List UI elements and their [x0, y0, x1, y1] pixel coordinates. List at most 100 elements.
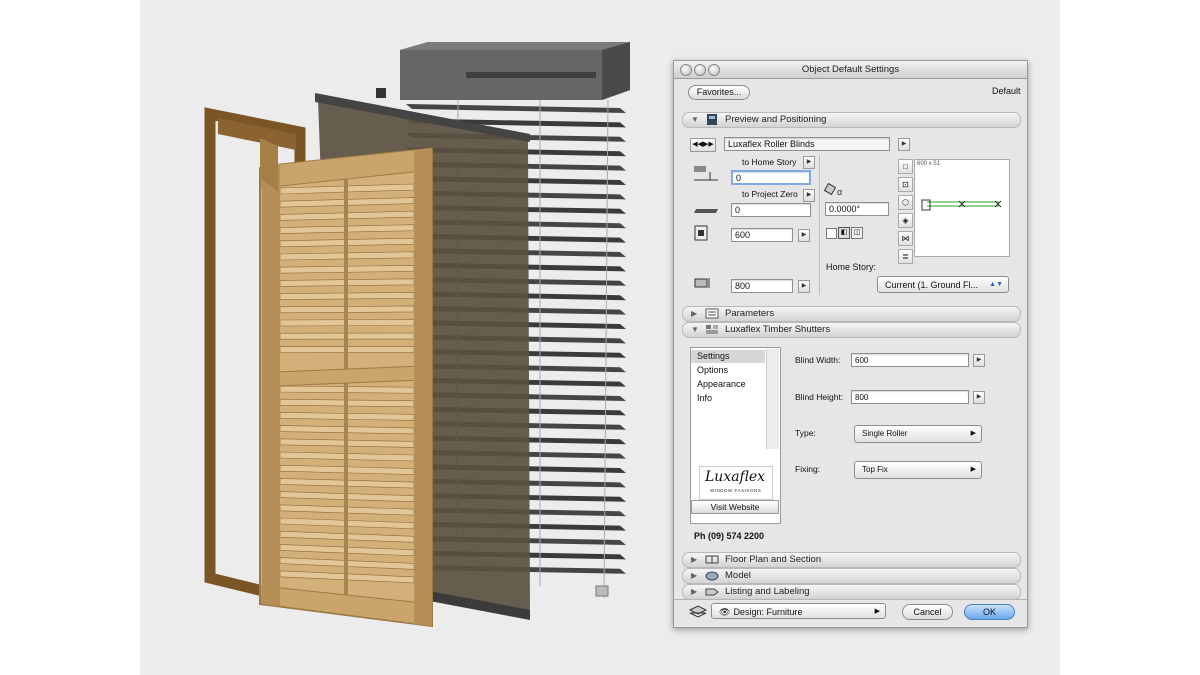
rotation-angle-icon: α — [824, 183, 842, 197]
luxaflex-logo: Luxaflex WINDOW FASHIONS — [699, 466, 773, 500]
favorites-button[interactable]: Favorites... — [688, 85, 750, 100]
height-arrow-icon[interactable]: ▶ — [798, 280, 810, 293]
preview-section-icon[interactable]: ⬡ — [898, 195, 913, 210]
mirror-checkbox[interactable] — [826, 228, 837, 239]
blind-width-field[interactable]: 600 — [851, 353, 969, 367]
disclosure-closed-icon[interactable]: ▶ — [691, 555, 697, 564]
label-icon — [705, 588, 719, 596]
select-arrow-icon: ▶ — [970, 466, 976, 473]
section-model[interactable]: ▶ Model — [682, 568, 1021, 584]
object-preview-panel: 600 x 51 — [914, 159, 1010, 257]
fixing-select-value: Top Fix — [862, 465, 888, 474]
nav-list-scrollbar[interactable] — [766, 349, 779, 449]
select-arrow-icon: ▶ — [970, 430, 976, 437]
section-label: Model — [725, 570, 751, 581]
section-label: Luxaflex Timber Shutters — [725, 324, 831, 335]
venetian-slat — [406, 104, 626, 113]
preview-list-icon[interactable]: ≣ — [898, 249, 913, 264]
select-chevron-icon: ▲▼ — [989, 281, 1003, 288]
home-story-select-value: Current (1. Ground Fl... — [885, 280, 979, 290]
preview-front-icon[interactable]: ⊡ — [898, 177, 913, 192]
ok-button[interactable]: OK — [964, 604, 1015, 620]
type-label: Type: — [795, 428, 816, 438]
section-label: Listing and Labeling — [725, 586, 810, 597]
nav-item-options[interactable]: Options — [697, 365, 728, 375]
layer-icon — [688, 605, 708, 618]
fixing-label: Fixing: — [795, 464, 821, 474]
to-project-zero-label: to Project Zero — [742, 189, 798, 199]
rotation-angle-field[interactable]: 0.0000° — [825, 202, 889, 216]
default-label: Default — [992, 86, 1021, 96]
custom-settings-icon — [706, 325, 718, 334]
preview-icon — [707, 114, 717, 125]
section-label: Parameters — [725, 308, 775, 319]
height-field[interactable]: 800 — [731, 279, 793, 293]
select-arrow-icon: ▶ — [874, 608, 880, 615]
prev-next-object-buttons[interactable]: ◀◀▶▶ — [690, 138, 716, 152]
object-menu-arrow-icon[interactable]: ▶ — [898, 138, 910, 151]
nav-item-info[interactable]: Info — [697, 393, 712, 403]
nav-item-appearance[interactable]: Appearance — [697, 379, 746, 389]
parameters-icon — [705, 308, 719, 319]
height-icon — [694, 278, 710, 288]
disclosure-closed-icon[interactable]: ▶ — [691, 587, 697, 596]
object-name-field[interactable]: Luxaflex Roller Blinds — [724, 137, 890, 151]
visit-website-button[interactable]: Visit Website — [691, 500, 779, 514]
home-story-label: Home Story: — [826, 262, 877, 272]
base-level-icon — [694, 209, 718, 213]
section-floor-plan[interactable]: ▶ Floor Plan and Section — [682, 552, 1021, 568]
floor-plan-icon — [705, 555, 719, 564]
disclosure-open-icon[interactable]: ▼ — [691, 115, 699, 124]
blind-height-field[interactable]: 800 — [851, 390, 969, 404]
layer-select-value: Design: Furniture — [733, 607, 803, 617]
logo-wordmark: Luxaflex — [705, 469, 766, 485]
eye-icon: 👁 — [719, 607, 731, 617]
blind-width-arrow-icon[interactable]: ▶ — [973, 354, 985, 367]
preview-axon-icon[interactable]: ⋈ — [898, 231, 913, 246]
svg-text:α: α — [837, 187, 842, 197]
blind-width-label: Blind Width: — [795, 355, 841, 365]
home-story-arrow-icon[interactable]: ▶ — [803, 156, 815, 169]
logo-tagline: WINDOW FASHIONS — [710, 488, 762, 493]
model-icon — [705, 571, 719, 581]
plan-preview-drawing — [921, 199, 1002, 211]
to-home-story-field[interactable]: 0 — [731, 170, 811, 185]
project-zero-arrow-icon[interactable]: ▶ — [803, 189, 815, 202]
type-select-value: Single Roller — [862, 429, 908, 438]
title-bar: Object Default Settings — [674, 61, 1027, 79]
section-label: Preview and Positioning — [725, 114, 827, 125]
fixing-select[interactable]: Top Fix ▶ — [854, 461, 982, 479]
preview-3d-icon[interactable]: ◈ — [898, 213, 913, 228]
disclosure-open-icon[interactable]: ▼ — [691, 325, 699, 334]
blind-height-label: Blind Height: — [795, 392, 844, 402]
width-icon — [694, 225, 708, 241]
elevation-icon — [694, 166, 718, 181]
width-field[interactable]: 600 — [731, 228, 793, 242]
dialog-title: Object Default Settings — [801, 64, 900, 75]
headrail — [400, 42, 630, 100]
section-preview-positioning[interactable]: ▼ Preview and Positioning — [682, 112, 1021, 128]
object-default-settings-dialog: Object Default Settings Favorites... Def… — [673, 60, 1028, 628]
type-select[interactable]: Single Roller ▶ — [854, 425, 982, 443]
blind-height-arrow-icon[interactable]: ▶ — [973, 391, 985, 404]
to-home-story-label: to Home Story — [742, 157, 797, 167]
cancel-button[interactable]: Cancel — [902, 604, 953, 620]
preview-2d-icon[interactable]: □ — [898, 159, 913, 174]
mirror-icon[interactable]: ◧ — [838, 227, 850, 239]
section-listing-labeling[interactable]: ▶ Listing and Labeling — [682, 584, 1021, 600]
nav-item-settings[interactable]: Settings — [697, 351, 730, 361]
home-story-select[interactable]: Current (1. Ground Fl... ▲▼ — [877, 276, 1009, 293]
width-arrow-icon[interactable]: ▶ — [798, 229, 810, 242]
section-timber-shutters[interactable]: ▼ Luxaflex Timber Shutters — [682, 322, 1021, 338]
phone-number: Ph (09) 574 2200 — [694, 531, 765, 541]
to-project-zero-field[interactable]: 0 — [731, 203, 811, 217]
layer-select[interactable]: 👁 Design: Furniture ▶ — [711, 603, 886, 619]
blinds-3d-render — [204, 42, 630, 628]
disclosure-closed-icon[interactable]: ▶ — [691, 309, 697, 318]
anchor-icon[interactable]: ◫ — [851, 227, 863, 239]
shutters-nav-list: Settings Options Appearance Info Luxafle… — [690, 347, 781, 524]
disclosure-closed-icon[interactable]: ▶ — [691, 571, 697, 580]
section-parameters[interactable]: ▶ Parameters — [682, 306, 1021, 322]
preview-size-label: 600 x 51 — [917, 161, 941, 167]
section-label: Floor Plan and Section — [725, 554, 822, 565]
